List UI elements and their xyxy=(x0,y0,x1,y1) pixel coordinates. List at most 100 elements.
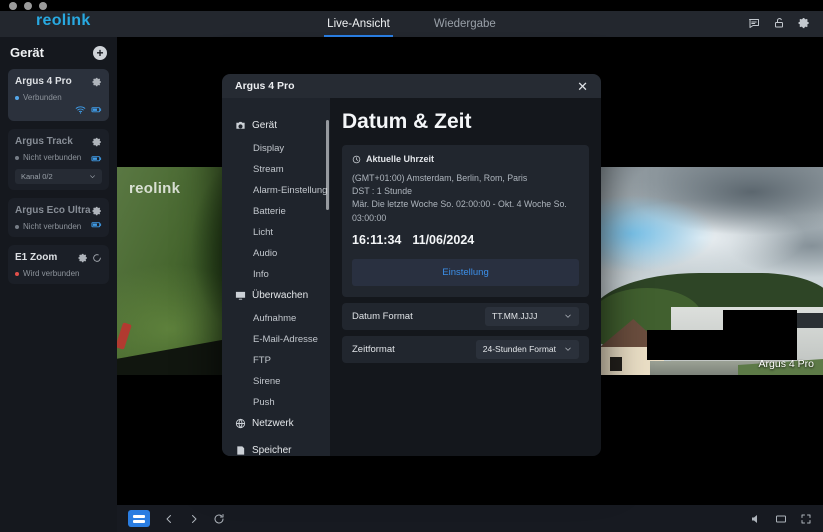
dialog-title: Argus 4 Pro xyxy=(235,80,295,92)
window-zoom-button[interactable] xyxy=(39,2,47,10)
nav-item-batterie[interactable]: Batterie xyxy=(253,206,330,217)
device-name: Argus Eco Ultra xyxy=(15,205,91,216)
reolink-logo: reolink xyxy=(36,12,91,30)
nav-item-aufnahme[interactable]: Aufnahme xyxy=(253,313,330,324)
privacy-mask xyxy=(723,310,797,360)
nav-section-geraet[interactable]: Gerät xyxy=(235,120,330,131)
feedback-icon[interactable] xyxy=(748,17,760,29)
device-settings-icon[interactable] xyxy=(92,137,102,147)
dialog-header: Argus 4 Pro ✕ xyxy=(222,74,601,98)
wifi-icon xyxy=(75,104,86,115)
device-status: Nicht verbunden xyxy=(23,222,81,231)
dialog-content: Datum & Zeit Aktuelle Uhrzeit (GMT+01:00… xyxy=(330,98,601,456)
speaker-icon[interactable] xyxy=(750,513,762,525)
next-icon[interactable] xyxy=(188,513,200,525)
camera-name-label: Argus 4 Pro xyxy=(759,358,814,370)
status-dot xyxy=(15,272,19,276)
fullscreen-icon[interactable] xyxy=(800,513,812,525)
sidebar-title: Gerät xyxy=(10,45,44,60)
device-settings-icon[interactable] xyxy=(92,206,102,216)
device-status: Wird verbunden xyxy=(23,269,79,278)
nav-scrollbar[interactable] xyxy=(326,120,329,210)
date-format-row: Datum Format TT.MM.JJJJ xyxy=(342,303,589,330)
window-minimize-button[interactable] xyxy=(24,2,32,10)
device-card-argus-eco-ultra[interactable]: Argus Eco Ultra Nicht verbunden xyxy=(8,198,109,237)
chevron-down-icon xyxy=(564,345,572,353)
nav-item-push[interactable]: Push xyxy=(253,397,330,408)
status-dot xyxy=(15,225,19,229)
window-titlebar xyxy=(0,0,823,11)
nav-item-audio[interactable]: Audio xyxy=(253,248,330,259)
device-name: E1 Zoom xyxy=(15,252,57,263)
nav-section-speicher[interactable]: Speicher xyxy=(235,445,330,456)
scene-detail xyxy=(117,322,132,350)
nav-section-ueberwachen[interactable]: Überwachen xyxy=(235,290,330,301)
date-format-label: Datum Format xyxy=(352,311,413,322)
dst-schedule-text: Mär. Die letzte Woche So. 02:00:00 - Okt… xyxy=(352,198,579,224)
channel-label: Kanal 0/2 xyxy=(21,172,53,181)
nav-item-stream[interactable]: Stream xyxy=(253,164,330,175)
channel-selector[interactable]: Kanal 0/2 xyxy=(15,169,102,184)
main-tabs: Live-Ansicht Wiedergabe xyxy=(324,11,499,37)
single-view-icon[interactable] xyxy=(128,510,150,527)
chevron-down-icon xyxy=(564,312,572,320)
nav-item-info[interactable]: Info xyxy=(253,269,330,280)
spinner-icon xyxy=(92,253,102,263)
camera-icon xyxy=(235,120,246,131)
nav-item-sirene[interactable]: Sirene xyxy=(253,376,330,387)
add-device-button[interactable]: + xyxy=(93,46,107,60)
refresh-icon[interactable] xyxy=(213,513,225,525)
clock-icon xyxy=(352,155,361,164)
device-settings-icon[interactable] xyxy=(78,253,88,263)
monitor-icon xyxy=(235,290,246,301)
time-format-select[interactable]: 24-Stunden Format xyxy=(476,340,579,359)
battery-icon xyxy=(91,104,102,115)
nav-item-alarm[interactable]: Alarm-Einstellung xyxy=(253,185,330,196)
nav-item-display[interactable]: Display xyxy=(253,143,330,154)
device-status: Verbunden xyxy=(23,93,62,102)
globe-icon xyxy=(235,418,246,429)
current-date-value: 11/06/2024 xyxy=(412,233,474,247)
tab-live-view[interactable]: Live-Ansicht xyxy=(324,18,393,37)
device-card-argus-track[interactable]: Argus Track Nicht verbunden Kanal 0/2 xyxy=(8,129,109,190)
device-card-argus-4-pro[interactable]: Argus 4 Pro Verbunden xyxy=(8,69,109,121)
current-time-label: Aktuelle Uhrzeit xyxy=(366,154,434,164)
nav-item-licht[interactable]: Licht xyxy=(253,227,330,238)
settings-dialog: Argus 4 Pro ✕ Gerät Display Stream Alarm… xyxy=(222,74,601,456)
dialog-nav: Gerät Display Stream Alarm-Einstellung B… xyxy=(222,98,330,456)
playback-toolbar xyxy=(117,505,823,532)
status-dot xyxy=(15,96,19,100)
timezone-text: (GMT+01:00) Amsterdam, Berlin, Rom, Pari… xyxy=(352,172,579,185)
time-format-row: Zeitformat 24-Stunden Format xyxy=(342,336,589,363)
storage-icon xyxy=(235,445,246,456)
device-status: Nicht verbunden xyxy=(23,153,81,162)
prev-icon[interactable] xyxy=(163,513,175,525)
unlock-icon[interactable] xyxy=(773,17,785,29)
chevron-down-icon xyxy=(89,173,96,180)
nav-item-ftp[interactable]: FTP xyxy=(253,355,330,366)
screen-icon[interactable] xyxy=(775,513,787,525)
battery-icon xyxy=(91,153,102,164)
device-name: Argus 4 Pro xyxy=(15,76,72,87)
device-name: Argus Track xyxy=(15,136,73,147)
video-scene-sky: Argus 4 Pro xyxy=(600,167,823,375)
privacy-mask xyxy=(647,330,723,360)
settings-icon[interactable] xyxy=(798,17,810,29)
time-format-label: Zeitformat xyxy=(352,344,395,355)
window-close-button[interactable] xyxy=(9,2,17,10)
time-settings-button[interactable]: Einstellung xyxy=(352,259,579,286)
dst-text: DST : 1 Stunde xyxy=(352,185,579,198)
current-time-card: Aktuelle Uhrzeit (GMT+01:00) Amsterdam, … xyxy=(342,145,589,297)
battery-icon xyxy=(91,219,102,230)
nav-section-netzwerk[interactable]: Netzwerk xyxy=(235,418,330,429)
device-settings-icon[interactable] xyxy=(92,77,102,87)
tab-playback[interactable]: Wiedergabe xyxy=(431,18,499,37)
app-header: reolink Live-Ansicht Wiedergabe xyxy=(0,11,823,37)
current-time-value: 16:11:34 xyxy=(352,233,401,247)
close-icon[interactable]: ✕ xyxy=(577,80,588,93)
nav-item-email[interactable]: E-Mail-Adresse xyxy=(253,334,330,345)
page-title: Datum & Zeit xyxy=(342,110,589,134)
device-card-e1-zoom[interactable]: E1 Zoom Wird verbunden xyxy=(8,245,109,284)
date-format-select[interactable]: TT.MM.JJJJ xyxy=(485,307,579,326)
video-watermark: reolink xyxy=(129,180,180,197)
